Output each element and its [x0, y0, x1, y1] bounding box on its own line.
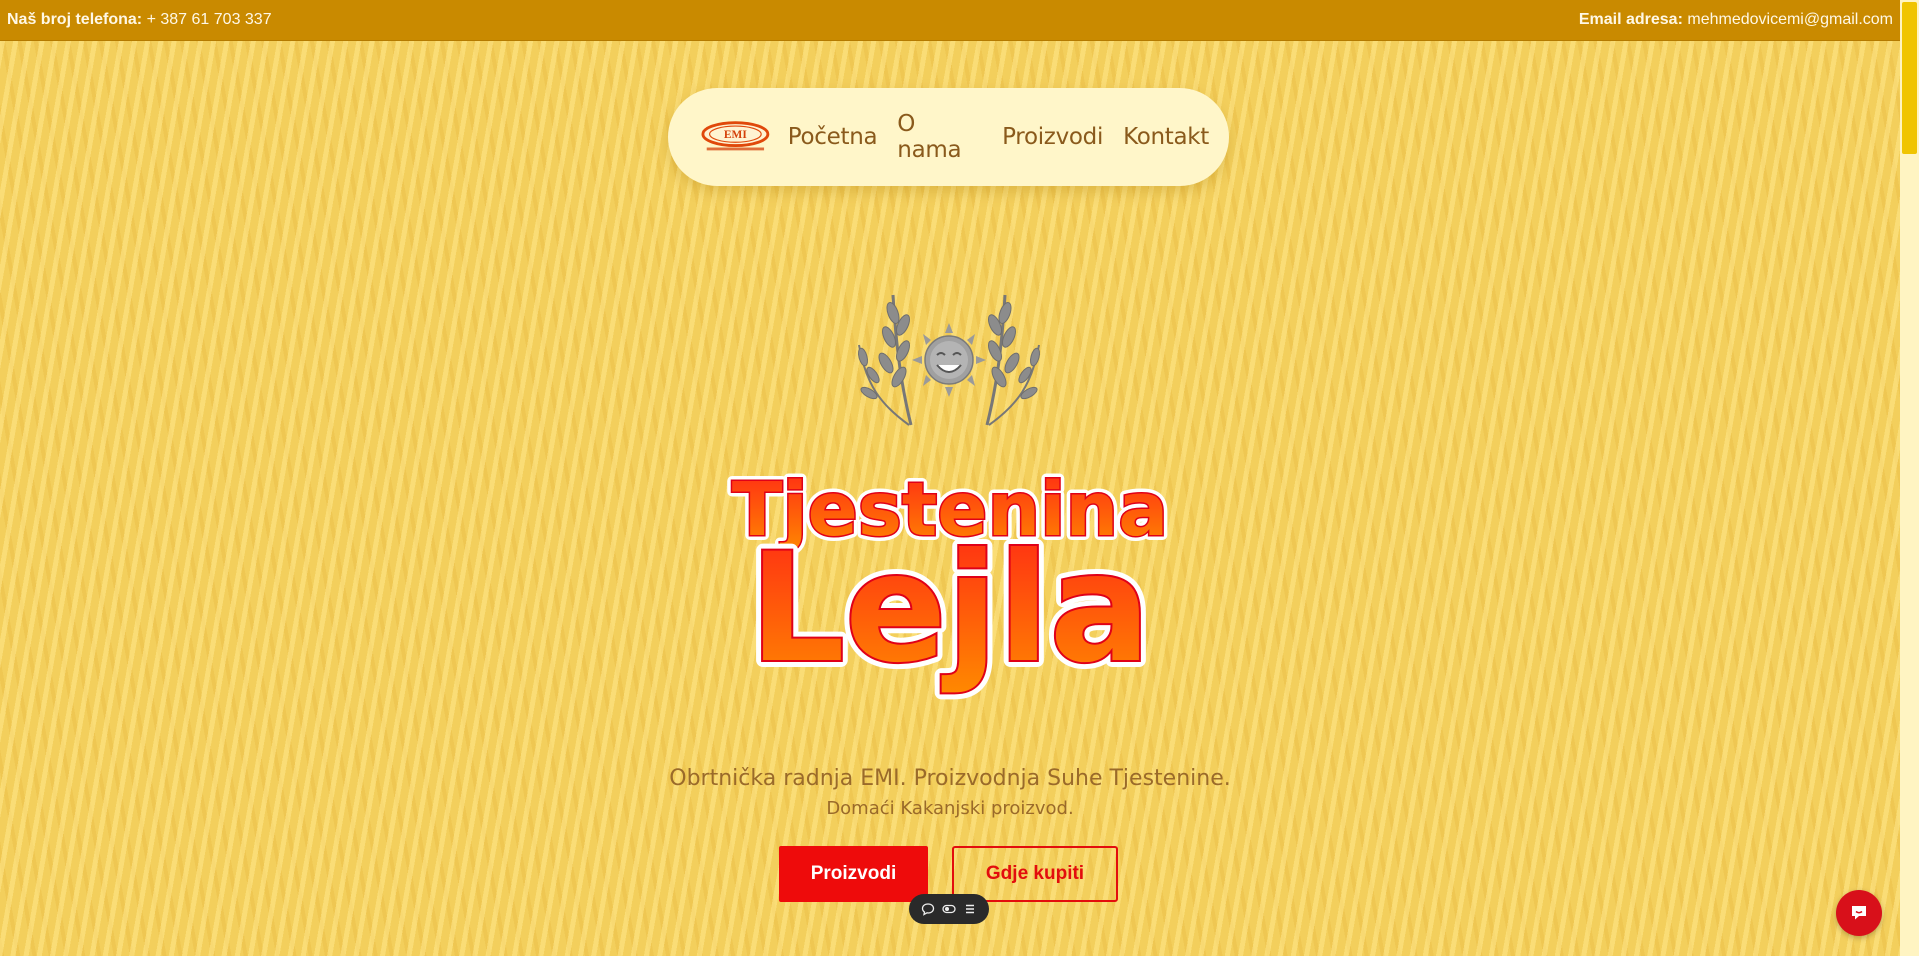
- email-value[interactable]: mehmedovicemi@gmail.com: [1687, 11, 1893, 28]
- list-icon[interactable]: [962, 901, 978, 917]
- nav-item-kontakt[interactable]: Kontakt: [1123, 124, 1209, 150]
- brand-line-2-outline: Lejla: [749, 522, 1150, 696]
- emi-logo[interactable]: EMI: [701, 119, 770, 155]
- top-contact-bar: Naš broj telefona: + 387 61 703 337 Emai…: [0, 0, 1900, 41]
- products-button[interactable]: Proizvodi: [779, 846, 928, 902]
- chat-bubble-icon: [1852, 906, 1866, 920]
- right-wheat-icon: [985, 294, 1041, 426]
- phone-value[interactable]: + 387 61 703 337: [147, 11, 272, 28]
- nav-item-pocetna[interactable]: Početna: [788, 124, 878, 150]
- toggle-icon[interactable]: [941, 901, 957, 917]
- chat-widget-button[interactable]: [1836, 890, 1882, 936]
- hero-tagline: Obrtnička radnja EMI. Proizvodnja Suhe T…: [669, 766, 1231, 791]
- phone-info: Naš broj telefona: + 387 61 703 337: [7, 11, 272, 29]
- main-navigation: EMI Početna O nama Proizvodi Kontakt: [668, 88, 1229, 186]
- comment-icon[interactable]: [920, 901, 936, 917]
- hero-subtagline: Domaći Kakanjski proizvod.: [826, 798, 1074, 819]
- nav-item-o-nama[interactable]: O nama: [897, 111, 982, 163]
- emi-logo-text: EMI: [724, 129, 747, 141]
- tjestenina-lejla-logo: Tjestenina Tjestenina Lejla Lejla: [727, 462, 1173, 703]
- phone-label: Naš broj telefona:: [7, 11, 143, 28]
- page-scrollbar[interactable]: [1900, 0, 1919, 956]
- smiling-sun-icon: [912, 323, 986, 397]
- left-wheat-icon: [857, 294, 913, 426]
- email-info: Email adresa: mehmedovicemi@gmail.com: [1579, 11, 1893, 29]
- email-label: Email adresa:: [1578, 11, 1683, 28]
- floating-toolbar: [909, 894, 989, 924]
- nav-item-proizvodi[interactable]: Proizvodi: [1002, 124, 1103, 150]
- scrollbar-thumb[interactable]: [1902, 2, 1917, 154]
- wheat-sun-emblem: [857, 294, 1041, 426]
